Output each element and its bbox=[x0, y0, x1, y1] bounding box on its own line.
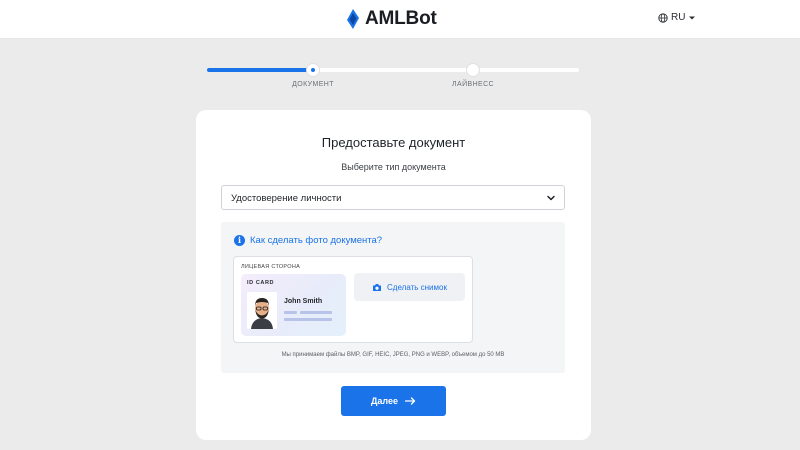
upload-panel: i Как сделать фото документа? ЛИЦЕВАЯ СТ… bbox=[221, 222, 565, 373]
document-type-value: Удостоверение личности bbox=[231, 193, 342, 204]
id-card-title: ID CARD bbox=[247, 280, 275, 286]
id-card-line bbox=[284, 318, 332, 321]
logo-mark-icon bbox=[347, 9, 359, 29]
document-type-select[interactable]: Удостоверение личности bbox=[221, 185, 565, 210]
front-side-label: ЛИЦЕВАЯ СТОРОНА bbox=[241, 264, 301, 270]
language-code: RU bbox=[671, 12, 686, 23]
camera-icon bbox=[373, 283, 382, 291]
accepted-formats-note: Мы принимаем файлы BMP, GIF, HEIC, JPEG,… bbox=[281, 352, 505, 358]
front-side-upload: ЛИЦЕВАЯ СТОРОНА ID CARD John Smith Сдела… bbox=[233, 256, 473, 343]
chevron-down-icon bbox=[547, 195, 555, 201]
amlbot-logo[interactable]: AMLBot bbox=[346, 8, 437, 30]
step-dot-active-marker bbox=[311, 68, 315, 72]
progress-fill bbox=[207, 68, 312, 72]
take-photo-label: Сделать снимок bbox=[387, 282, 447, 292]
caret-down-icon bbox=[689, 16, 696, 19]
take-photo-button[interactable]: Сделать снимок bbox=[354, 273, 465, 301]
id-card-line bbox=[300, 311, 332, 314]
photo-help-text: Как сделать фото документа? bbox=[250, 235, 383, 246]
next-button-label: Далее bbox=[370, 396, 399, 406]
step-dot-document bbox=[307, 64, 319, 76]
sample-id-card: ID CARD John Smith bbox=[241, 274, 346, 336]
info-icon: i bbox=[234, 235, 245, 246]
step-label-liveness: ЛАЙВНЕСС bbox=[452, 81, 494, 88]
arrow-right-icon bbox=[405, 397, 416, 405]
avatar-illustration bbox=[247, 292, 277, 329]
document-card: Предоставьте документ Выберите тип докум… bbox=[196, 110, 591, 440]
step-label-document: ДОКУМЕНТ bbox=[292, 81, 334, 88]
progress-stepper: ДОКУМЕНТ ЛАЙВНЕСС bbox=[207, 64, 579, 94]
step-dot-liveness bbox=[467, 64, 479, 76]
logo-text: AMLBot bbox=[365, 8, 437, 29]
globe-icon bbox=[658, 12, 668, 23]
page-subtitle: Выберите тип документа bbox=[341, 162, 446, 172]
photo-help-link[interactable]: i Как сделать фото документа? bbox=[234, 235, 382, 246]
step-dot-inactive-marker bbox=[471, 68, 475, 72]
next-button[interactable]: Далее bbox=[341, 386, 446, 416]
avatar bbox=[247, 292, 277, 329]
language-selector[interactable]: RU bbox=[658, 12, 696, 23]
id-card-line bbox=[284, 311, 297, 314]
top-bar: AMLBot RU bbox=[0, 0, 800, 39]
page-title: Предоставьте документ bbox=[321, 135, 466, 150]
id-card-name: John Smith bbox=[284, 298, 323, 305]
